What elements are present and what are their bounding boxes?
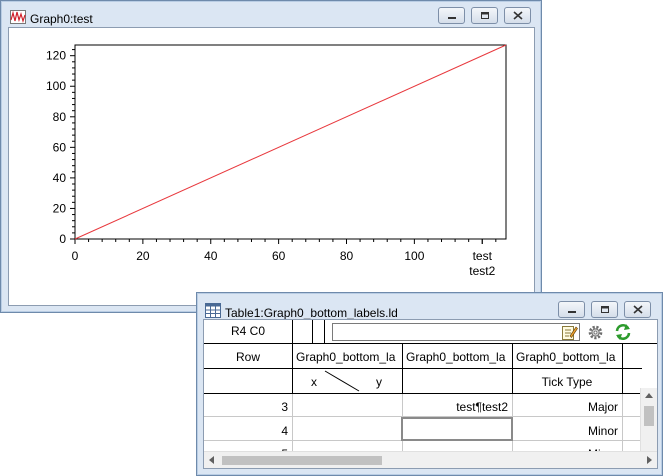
table-entry-bar: R4 C0: [204, 320, 657, 344]
x-tick-label: 40: [204, 249, 218, 263]
minimize-button[interactable]: [438, 7, 465, 24]
column-header[interactable]: Graph0_bottom_la: [406, 350, 510, 364]
subheader-x: x: [311, 375, 317, 389]
graph-client-area[interactable]: 0 20 40 60 80 100 0 20 40 60 80 100 120 test test2: [8, 27, 535, 306]
cell-entry-field[interactable]: [332, 323, 580, 341]
close-icon: [632, 305, 643, 314]
cell-reference: R4 C0: [230, 324, 265, 338]
refresh-icon[interactable]: [614, 323, 632, 344]
selected-cell[interactable]: [401, 417, 513, 441]
close-button[interactable]: [504, 7, 531, 24]
horizontal-scrollbar[interactable]: [204, 451, 657, 468]
graph-window[interactable]: Graph0:test 0 20 40 60 80 100 0 20 40 60 80 100 120 t…: [0, 0, 542, 313]
scroll-thumb[interactable]: [222, 456, 382, 465]
x-tick-label-custom: test2: [469, 264, 495, 278]
graph-window-title: Graph0:test: [30, 12, 93, 26]
grid-line: [204, 393, 642, 394]
subheader-tick-type: Tick Type: [541, 375, 593, 389]
graph-icon: [10, 10, 26, 27]
chart[interactable]: 0 20 40 60 80 100 0 20 40 60 80 100 120 testtest2: [9, 28, 535, 306]
table-window-titlebar[interactable]: Table1:Graph0_bottom_labels.ld: [197, 293, 662, 320]
y-tick-label: 120: [46, 49, 66, 63]
x-tick-label: 20: [136, 249, 150, 263]
table-close-button[interactable]: [624, 301, 651, 318]
table-restore-button[interactable]: [591, 301, 618, 318]
table-cell[interactable]: Minor: [512, 424, 618, 438]
grid-line: [622, 344, 623, 394]
restore-icon: [600, 306, 609, 313]
x-tick-label: 100: [404, 249, 424, 263]
column-header[interactable]: Graph0_bottom_la: [296, 350, 400, 364]
column-header[interactable]: Graph0_bottom_la: [516, 350, 620, 364]
minimize-icon: [447, 16, 456, 19]
row-number: 3: [281, 400, 288, 414]
graph-window-titlebar[interactable]: Graph0:test: [1, 1, 541, 27]
subheader-y: y: [376, 375, 382, 389]
y-tick-label: 20: [53, 201, 67, 215]
table-window[interactable]: Table1:Graph0_bottom_labels.ld R4 C0 Row…: [196, 292, 663, 476]
series-line: [74, 44, 507, 240]
grid-line: [292, 394, 293, 454]
grid-line: [622, 394, 623, 454]
scroll-up-arrow[interactable]: [645, 393, 653, 398]
close-icon: [512, 11, 523, 20]
scroll-right-arrow[interactable]: [647, 456, 652, 464]
table-minimize-button[interactable]: [558, 301, 585, 318]
restore-button[interactable]: [471, 7, 498, 24]
x-tick-label: 0: [72, 249, 79, 263]
divider: [292, 320, 293, 343]
y-tick-label: 40: [53, 171, 67, 185]
scroll-thumb[interactable]: [644, 406, 654, 426]
table-client-area[interactable]: R4 C0 Row Graph0_bottom_la Graph0_bottom…: [203, 319, 658, 469]
column-header-row[interactable]: Row: [204, 350, 292, 364]
edit-icon[interactable]: [561, 324, 578, 344]
y-tick-label: 60: [53, 140, 67, 154]
subheader-split-line: [324, 370, 360, 392]
gear-icon[interactable]: [587, 324, 604, 344]
y-tick-label: 80: [53, 110, 67, 124]
y-tick-label: 100: [46, 79, 66, 93]
y-tick-label: 0: [59, 232, 66, 246]
table-cell[interactable]: Major: [512, 400, 618, 414]
grid-line: [292, 344, 293, 394]
divider: [312, 320, 313, 343]
x-tick-label-custom: test: [473, 249, 493, 263]
table-cell[interactable]: test¶test2: [402, 400, 508, 414]
table-window-title: Table1:Graph0_bottom_labels.ld: [225, 306, 398, 320]
restore-icon: [480, 12, 489, 19]
grid-line: [402, 344, 403, 394]
grid-line: [204, 368, 642, 369]
minimize-icon: [567, 310, 576, 313]
divider: [324, 320, 325, 343]
x-tick-label: 80: [340, 249, 354, 263]
x-tick-label: 60: [272, 249, 286, 263]
scroll-left-arrow[interactable]: [209, 456, 214, 464]
row-number: 4: [281, 424, 288, 438]
